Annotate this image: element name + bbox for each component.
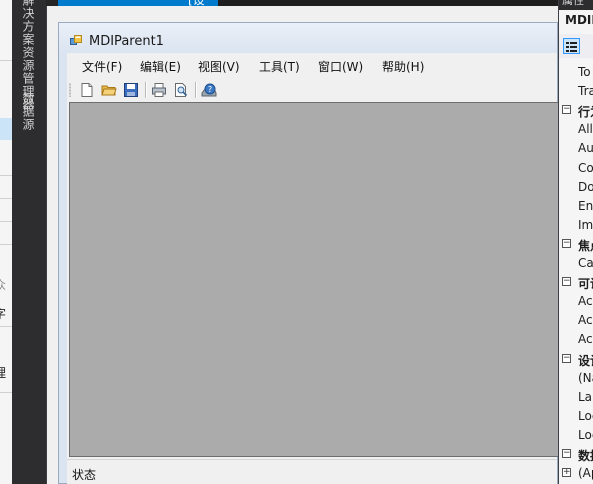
- left-panel-divider: [0, 221, 12, 222]
- property-label: (Ap: [578, 466, 593, 480]
- property-row[interactable]: Loc: [559, 426, 593, 445]
- property-row[interactable]: Co: [559, 159, 593, 178]
- data-sources-tab[interactable]: 数据源: [20, 92, 37, 131]
- svg-text:?: ?: [208, 85, 212, 94]
- save-icon[interactable]: [123, 82, 139, 98]
- menu-view[interactable]: 视图(V): [198, 58, 240, 75]
- left-panel-divider: [0, 326, 12, 327]
- properties-header: 属性: [559, 0, 593, 10]
- property-category[interactable]: −数据: [559, 445, 593, 464]
- print-icon[interactable]: [151, 82, 167, 98]
- status-label: 状态: [72, 468, 97, 482]
- open-folder-icon[interactable]: [101, 82, 117, 98]
- form-icon: [70, 35, 82, 45]
- menu-edit[interactable]: 编辑(E): [140, 58, 181, 75]
- left-panel-divider: [0, 244, 12, 245]
- property-row[interactable]: Aut: [559, 139, 593, 158]
- collapse-icon[interactable]: −: [562, 354, 571, 363]
- property-label: Loc: [578, 428, 593, 442]
- property-label: Ca: [578, 256, 593, 270]
- form-client: 文件(F) 编辑(E) 视图(V) 工具(T) 窗口(W) 帮助(H) ? 状态: [67, 53, 559, 484]
- properties-panel: 属性 MDIP ToTra−行为AlloAutCoDoEnaIme−焦点Ca−可…: [558, 0, 593, 484]
- toolbar-separator: [145, 82, 146, 98]
- properties-toolbar: [559, 34, 593, 58]
- property-label: Loc: [578, 409, 593, 423]
- property-label: Lar: [578, 390, 593, 404]
- ide-window: [设计] 众 字 理 解决方案资源管理器 数据源 MDIParent1: [0, 0, 593, 484]
- form-title: MDIParent1: [89, 34, 164, 49]
- property-row[interactable]: Ime: [559, 216, 593, 235]
- property-label: Co: [578, 161, 593, 175]
- status-strip: 状态: [67, 459, 557, 484]
- collapse-icon[interactable]: −: [562, 239, 571, 248]
- side-tab-strip: 解决方案资源管理器 数据源: [12, 0, 46, 484]
- left-panel-divider: [0, 60, 12, 61]
- left-panel-selected-row[interactable]: [0, 118, 12, 140]
- left-panel-divider: [0, 198, 12, 199]
- property-row[interactable]: Allo: [559, 120, 593, 139]
- categorized-icon: [566, 42, 577, 52]
- property-row[interactable]: Do: [559, 178, 593, 197]
- property-category[interactable]: −行为: [559, 101, 593, 120]
- property-label: Tra: [578, 84, 593, 98]
- toolbar-separator: [195, 82, 196, 98]
- menu-help[interactable]: 帮助(H): [382, 58, 424, 75]
- form-title-bar[interactable]: MDIParent1: [59, 23, 557, 53]
- property-label: Acc: [578, 332, 593, 346]
- property-row[interactable]: Lar: [559, 388, 593, 407]
- left-panel-divider: [0, 392, 12, 393]
- collapse-icon[interactable]: −: [562, 277, 571, 286]
- property-row[interactable]: Ca: [559, 254, 593, 273]
- property-row[interactable]: (Na: [559, 369, 593, 388]
- help-icon[interactable]: ?: [201, 82, 217, 98]
- properties-object-name[interactable]: MDIP: [565, 13, 593, 27]
- left-panel-divider: [0, 175, 12, 176]
- property-label: Allo: [578, 122, 593, 136]
- menu-tools[interactable]: 工具(T): [259, 58, 300, 75]
- property-label: Aut: [578, 141, 593, 155]
- properties-title: 属性: [562, 0, 584, 7]
- property-row[interactable]: Acc: [559, 292, 593, 311]
- property-row[interactable]: Acc: [559, 311, 593, 330]
- property-label: To: [578, 65, 591, 79]
- property-row[interactable]: Tra: [559, 82, 593, 101]
- left-panel-fragment: 众: [0, 278, 7, 292]
- left-panel-fragment: 理: [0, 366, 7, 380]
- property-row[interactable]: Acc: [559, 330, 593, 349]
- categorized-view-button[interactable]: [563, 38, 580, 54]
- expand-icon[interactable]: +: [562, 468, 571, 477]
- menu-bar: 文件(F) 编辑(E) 视图(V) 工具(T) 窗口(W) 帮助(H): [67, 53, 557, 79]
- property-label: Ena: [578, 199, 593, 213]
- property-category[interactable]: −焦点: [559, 235, 593, 254]
- property-row[interactable]: To: [559, 63, 593, 82]
- property-label: (Na: [578, 371, 593, 385]
- property-row[interactable]: Ena: [559, 197, 593, 216]
- new-file-icon[interactable]: [79, 82, 95, 98]
- property-category-label: 焦点: [578, 239, 593, 253]
- property-category-label: 行为: [578, 105, 593, 119]
- property-category-label: 可访: [578, 277, 593, 291]
- property-category[interactable]: −设计: [559, 350, 593, 369]
- tool-strip: ?: [67, 79, 557, 101]
- mdi-client-area[interactable]: [69, 102, 559, 457]
- property-label: Ime: [578, 218, 593, 232]
- collapse-icon[interactable]: −: [562, 449, 571, 458]
- mdi-parent-form[interactable]: MDIParent1 文件(F) 编辑(E) 视图(V) 工具(T) 窗口(W)…: [58, 22, 559, 484]
- print-preview-icon[interactable]: [173, 82, 189, 98]
- property-category[interactable]: −可访: [559, 273, 593, 292]
- property-label: Do: [578, 180, 593, 194]
- toolbar-grip[interactable]: [69, 83, 71, 97]
- menu-file[interactable]: 文件(F): [82, 58, 122, 75]
- collapse-icon[interactable]: −: [562, 105, 571, 114]
- property-row[interactable]: Loc: [559, 407, 593, 426]
- property-row[interactable]: + (Ap: [559, 464, 593, 483]
- property-label: Acc: [578, 313, 593, 327]
- property-category-label: 设计: [578, 354, 593, 368]
- left-panel-fragment: 字: [0, 307, 7, 321]
- property-label: Acc: [578, 294, 593, 308]
- menu-window[interactable]: 窗口(W): [318, 58, 363, 75]
- property-category-label: 数据: [578, 449, 593, 463]
